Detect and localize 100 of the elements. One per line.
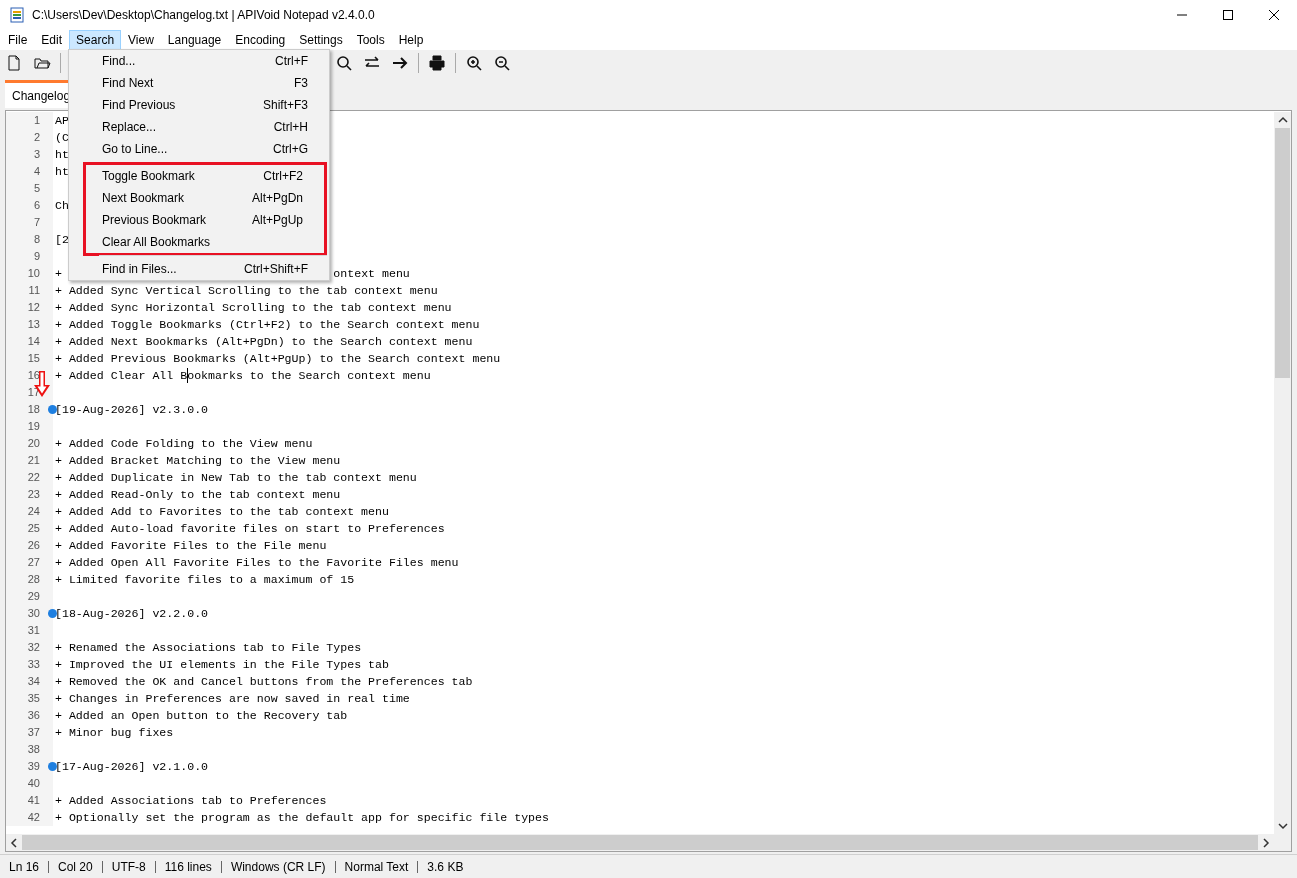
menu-option[interactable]: Clear All Bookmarks <box>86 231 324 253</box>
search-icon <box>335 54 353 72</box>
menu-item[interactable]: Edit <box>34 30 70 50</box>
code-line: + Added Associations tab to Preferences <box>55 792 327 809</box>
code-line: AP <box>55 112 69 129</box>
menu-item[interactable]: View <box>121 30 161 50</box>
line-number: 18 <box>27 402 40 418</box>
printer-icon <box>428 54 446 72</box>
code-line: + Added Duplicate in New Tab to the tab context menu <box>55 469 417 486</box>
print-button[interactable] <box>427 53 447 73</box>
line-number: 20 <box>27 436 40 452</box>
line-number: 7 <box>33 215 40 231</box>
line-number: 31 <box>27 623 40 639</box>
zoom-out-icon <box>493 54 511 72</box>
scroll-thumb[interactable] <box>1275 128 1290 378</box>
code-line: + Minor bug fixes <box>55 724 174 741</box>
status-text: 3.6 KB <box>427 858 464 876</box>
line-number: 12 <box>27 300 40 316</box>
menu-item[interactable]: Search <box>69 30 122 50</box>
status-text: 116 lines <box>164 858 212 876</box>
menu-item[interactable]: Tools <box>349 30 392 50</box>
code-line: + Added Open All Favorite Files to the Favorite Files menu <box>55 554 459 571</box>
code-line: [19-Aug-2026] v2.3.0.0 <box>55 401 209 418</box>
code-line: + <box>55 265 62 282</box>
code-line: + Added Add to Favorites to the tab context menu <box>55 503 389 520</box>
line-number: 13 <box>27 317 40 333</box>
code-line: + Removed the OK and Cancel buttons from the Preferences tab <box>55 673 473 690</box>
code-line: + Added Bracket Matching to the View menu <box>55 452 341 469</box>
line-number: 6 <box>33 198 40 214</box>
menu-option[interactable]: Find in Files... Ctrl+Shift+F <box>69 258 329 280</box>
status-text: Col 20 <box>58 858 93 876</box>
line-number: 42 <box>27 810 40 826</box>
scroll-right-icon <box>1262 837 1270 848</box>
line-number: 37 <box>27 725 40 741</box>
status-text: UTF-8 <box>111 858 146 876</box>
code-line: + Added Code Folding to the View menu <box>55 435 313 452</box>
code-line: + Added Favorite Files to the File menu <box>55 537 327 554</box>
code-line: + Added Sync Horizontal Scrolling to the tab context menu <box>55 299 452 316</box>
code-line: + Added Previous Bookmarks (Alt+PgUp) to the Search context menu <box>55 350 501 367</box>
line-number: 29 <box>27 589 40 605</box>
line-number: 16 <box>27 368 40 384</box>
code-line: [18-Aug-2026] v2.2.0.0 <box>55 605 209 622</box>
code-line: ht <box>55 146 69 163</box>
window-title: C:\Users\Dev\Desktop\Changelog.txt | APIVoid Notepad v2.4.0.0 <box>32 7 375 24</box>
line-number: 26 <box>27 538 40 554</box>
code-line: ht <box>55 163 69 180</box>
line-number: 11 <box>28 283 40 299</box>
zoom-in-button[interactable] <box>464 53 484 73</box>
line-number: 21 <box>27 453 40 469</box>
line-number: 24 <box>27 504 40 520</box>
line-number: 14 <box>27 334 40 350</box>
code-line: + Renamed the Associations tab to File Types <box>55 639 362 656</box>
line-number: 8 <box>33 232 40 248</box>
code-line: ontext menu <box>333 265 410 282</box>
line-number: 5 <box>33 181 40 197</box>
status-text: Ln 16 <box>9 858 40 876</box>
line-number: 27 <box>27 555 40 571</box>
code-line: + Added an Open button to the Recovery tab <box>55 707 348 724</box>
line-number: 25 <box>27 521 40 537</box>
horizontal-scrollbar[interactable] <box>6 834 1291 851</box>
line-number: 35 <box>27 691 40 707</box>
menu-item[interactable]: File <box>1 30 35 50</box>
line-number: 34 <box>27 674 40 690</box>
code-line: + Added Auto-load favorite files on start to Preferences <box>55 520 445 537</box>
line-number: 23 <box>27 487 40 503</box>
search-button[interactable] <box>334 53 354 73</box>
menu-item[interactable]: Help <box>391 30 431 50</box>
notepad-icon <box>10 7 24 23</box>
menu-option[interactable]: Find... Ctrl+F <box>69 50 329 72</box>
menu-option[interactable]: Previous Bookmark Alt+PgUp <box>86 209 324 231</box>
line-number: 9 <box>33 249 40 265</box>
line-number: 4 <box>33 164 40 180</box>
menu-item[interactable]: Encoding <box>228 30 293 50</box>
line-number: 28 <box>27 572 40 588</box>
code-line: (C <box>55 129 69 146</box>
line-number: 36 <box>27 708 40 724</box>
scroll-thumb[interactable] <box>22 835 1258 850</box>
line-number: 2 <box>33 130 40 146</box>
maximize-icon <box>1223 10 1233 20</box>
code-line: [2 <box>55 231 69 248</box>
menu-option[interactable]: Next Bookmark Alt+PgDn <box>86 187 324 209</box>
line-number: 19 <box>27 419 40 435</box>
code-line: + Limited favorite files to a maximum of 15 <box>55 571 355 588</box>
menu-option[interactable]: Toggle Bookmark Ctrl+F2 <box>86 165 324 187</box>
zoom-out-button[interactable] <box>492 53 512 73</box>
line-number: 3 <box>33 147 40 163</box>
line-number: 41 <box>27 793 40 809</box>
line-number: 10 <box>27 266 40 282</box>
code-line: Ch <box>55 197 69 214</box>
menu-option[interactable]: Go to Line... Ctrl+G <box>69 138 329 160</box>
code-line: + Improved the UI elements in the File Types tab <box>55 656 389 673</box>
menu-item[interactable]: Language <box>160 30 229 50</box>
menu-item[interactable]: Settings <box>292 30 350 50</box>
zoom-in-icon <box>465 54 483 72</box>
menu-option[interactable]: Replace... Ctrl+H <box>69 116 329 138</box>
code-line: + Optionally set the program as the default app for specific file types <box>55 809 549 826</box>
vertical-scrollbar[interactable] <box>1274 112 1291 834</box>
line-number: 40 <box>27 776 40 792</box>
line-number: 15 <box>27 351 40 367</box>
line-number: 32 <box>27 640 40 656</box>
